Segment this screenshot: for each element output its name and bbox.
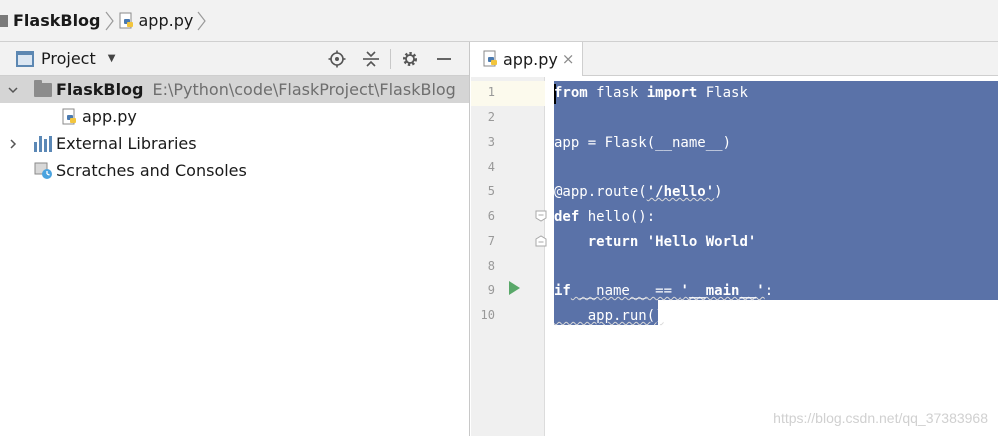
line-number: 1: [487, 85, 495, 99]
navigation-bar: FlaskBlog app.py: [0, 0, 998, 42]
library-icon: [34, 135, 52, 152]
code-line: @app.route('/hello'): [554, 184, 723, 200]
python-file-icon: [62, 108, 76, 124]
locate-button[interactable]: [320, 42, 354, 76]
tree-item-flaskblog[interactable]: FlaskBlog E:\Python\code\FlaskProject\Fl…: [0, 76, 469, 103]
editor-gutter: 1 2 3 4 5 6 7 8 9 10: [471, 77, 547, 436]
watermark: https://blog.csdn.net/qq_37383968: [773, 410, 988, 426]
code-line: return 'Hello World': [587, 234, 757, 250]
collapse-all-button[interactable]: [354, 42, 388, 76]
breadcrumb-project-label: FlaskBlog: [13, 11, 101, 30]
dropdown-arrow-icon[interactable]: ▼: [108, 53, 116, 64]
collapse-all-icon: [363, 51, 379, 67]
project-panel-tools: [320, 42, 461, 76]
project-window-icon: [16, 50, 34, 67]
code-line: if __name__ == '__main__':: [554, 283, 774, 299]
code-line: app.run(): [554, 308, 664, 324]
project-tool-window: Project ▼ FlaskBlog E:\Python\code\Flask…: [0, 42, 470, 436]
code-line: from flask import Flask: [554, 85, 748, 101]
code-text-area[interactable]: from flask import Flask app = Flask(__na…: [546, 77, 998, 436]
code-line: def hello():: [554, 209, 656, 225]
project-tree: FlaskBlog E:\Python\code\FlaskProject\Fl…: [0, 76, 469, 184]
settings-button[interactable]: [393, 42, 427, 76]
toolbar-separator: [390, 49, 391, 69]
tree-item-scratches[interactable]: Scratches and Consoles: [0, 157, 469, 184]
line-number: 3: [487, 135, 495, 149]
tree-file-label: app.py: [82, 107, 137, 126]
chevron-down-icon[interactable]: [8, 85, 18, 95]
breadcrumb-file[interactable]: app.py: [119, 0, 194, 41]
python-file-icon: [483, 50, 497, 67]
line-number: 6: [487, 209, 495, 223]
breadcrumb-file-label: app.py: [138, 11, 194, 30]
line-number: 7: [487, 234, 495, 248]
editor-tab-strip: app.py ×: [471, 42, 998, 77]
project-view-selector[interactable]: Project: [41, 49, 96, 68]
tree-scratches-label: Scratches and Consoles: [56, 161, 247, 180]
python-file-icon: [119, 12, 133, 28]
chevron-right-icon[interactable]: [8, 139, 18, 149]
folder-icon: [0, 14, 8, 27]
code-editor[interactable]: 1 2 3 4 5 6 7 8 9 10 from flask import F…: [471, 77, 998, 436]
run-icon[interactable]: [508, 281, 520, 295]
gear-icon: [403, 52, 417, 66]
minimize-icon: [437, 58, 451, 60]
line-number: 5: [487, 184, 495, 198]
scratches-icon: [34, 162, 52, 179]
chevron-right-icon: [197, 11, 207, 30]
tree-item-app-py[interactable]: app.py: [0, 103, 469, 130]
tree-item-external-libraries[interactable]: External Libraries: [0, 130, 469, 157]
minimize-button[interactable]: [427, 42, 461, 76]
tree-external-libraries-label: External Libraries: [56, 134, 197, 153]
line-number: 2: [487, 110, 495, 124]
close-icon[interactable]: ×: [562, 50, 575, 68]
breadcrumb-project[interactable]: FlaskBlog: [0, 0, 101, 41]
line-number: 9: [487, 283, 495, 297]
tab-app-py[interactable]: app.py ×: [471, 42, 583, 77]
folder-icon: [34, 79, 52, 97]
code-line: app = Flask(__name__): [554, 135, 732, 151]
project-panel-header: Project ▼: [0, 42, 469, 76]
line-number: 10: [480, 308, 495, 322]
line-number: 8: [487, 259, 495, 273]
locate-icon: [328, 50, 346, 68]
line-number: 4: [487, 160, 495, 174]
chevron-right-icon: [105, 11, 114, 30]
tree-root-label: FlaskBlog: [56, 80, 144, 99]
tab-label: app.py: [503, 49, 558, 69]
tree-root-path: E:\Python\code\FlaskProject\FlaskBlog: [152, 80, 456, 99]
